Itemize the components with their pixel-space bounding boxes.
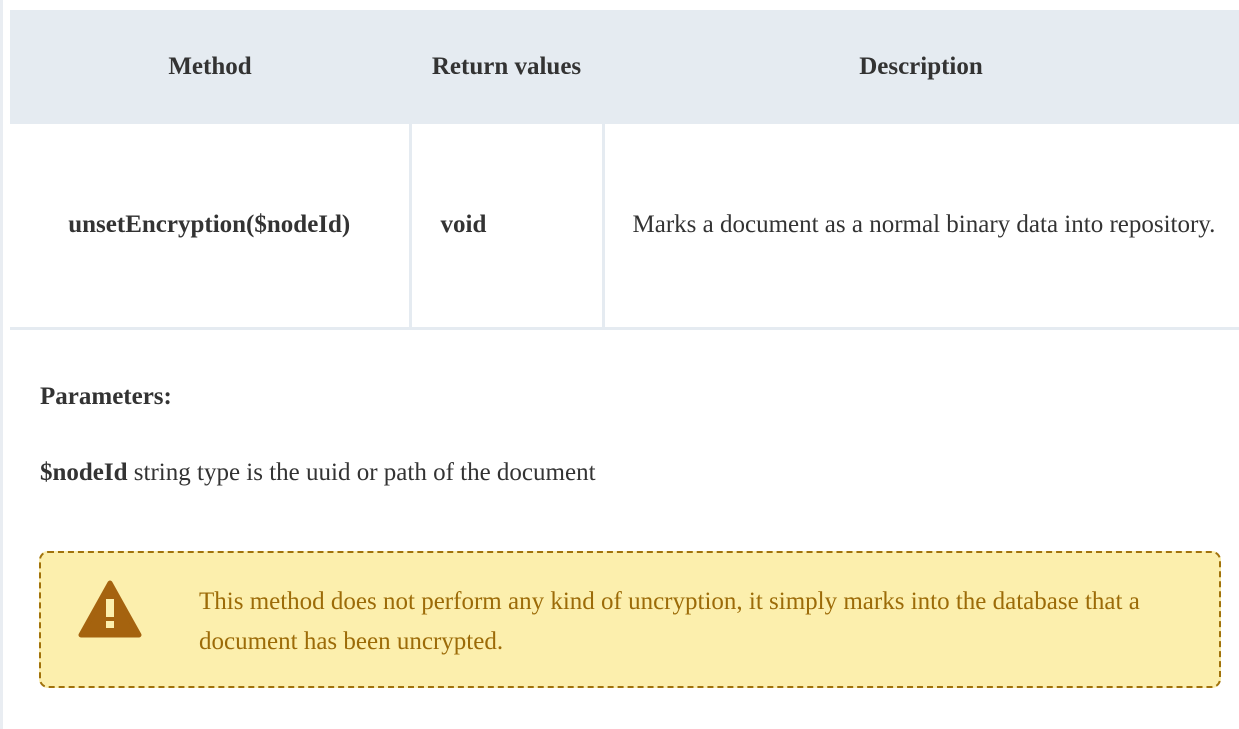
warning-triangle-icon <box>78 580 142 638</box>
header-return-values: Return values <box>410 10 603 124</box>
return-value-cell: void <box>410 124 605 330</box>
parameter-item: $nodeId string type is the uuid or path … <box>40 459 596 487</box>
warning-text: This method does not perform any kind of… <box>199 588 1140 655</box>
warning-callout: This method does not perform any kind of… <box>39 551 1221 688</box>
table-row: unsetEncryption($nodeId) void Marks a do… <box>10 124 1239 330</box>
table-header-row: Method Return values Description <box>10 10 1239 124</box>
header-method: Method <box>10 10 410 124</box>
content-left-rule <box>0 0 3 729</box>
header-description: Description <box>603 10 1239 124</box>
parameter-name: $nodeId <box>40 459 128 486</box>
description-cell: Marks a document as a normal binary data… <box>603 124 1239 330</box>
method-table: Method Return values Description unsetEn… <box>10 10 1239 330</box>
parameters-heading: Parameters: <box>40 383 172 410</box>
method-cell: unsetEncryption($nodeId) <box>10 124 412 330</box>
parameter-description: string type is the uuid or path of the d… <box>133 459 596 486</box>
